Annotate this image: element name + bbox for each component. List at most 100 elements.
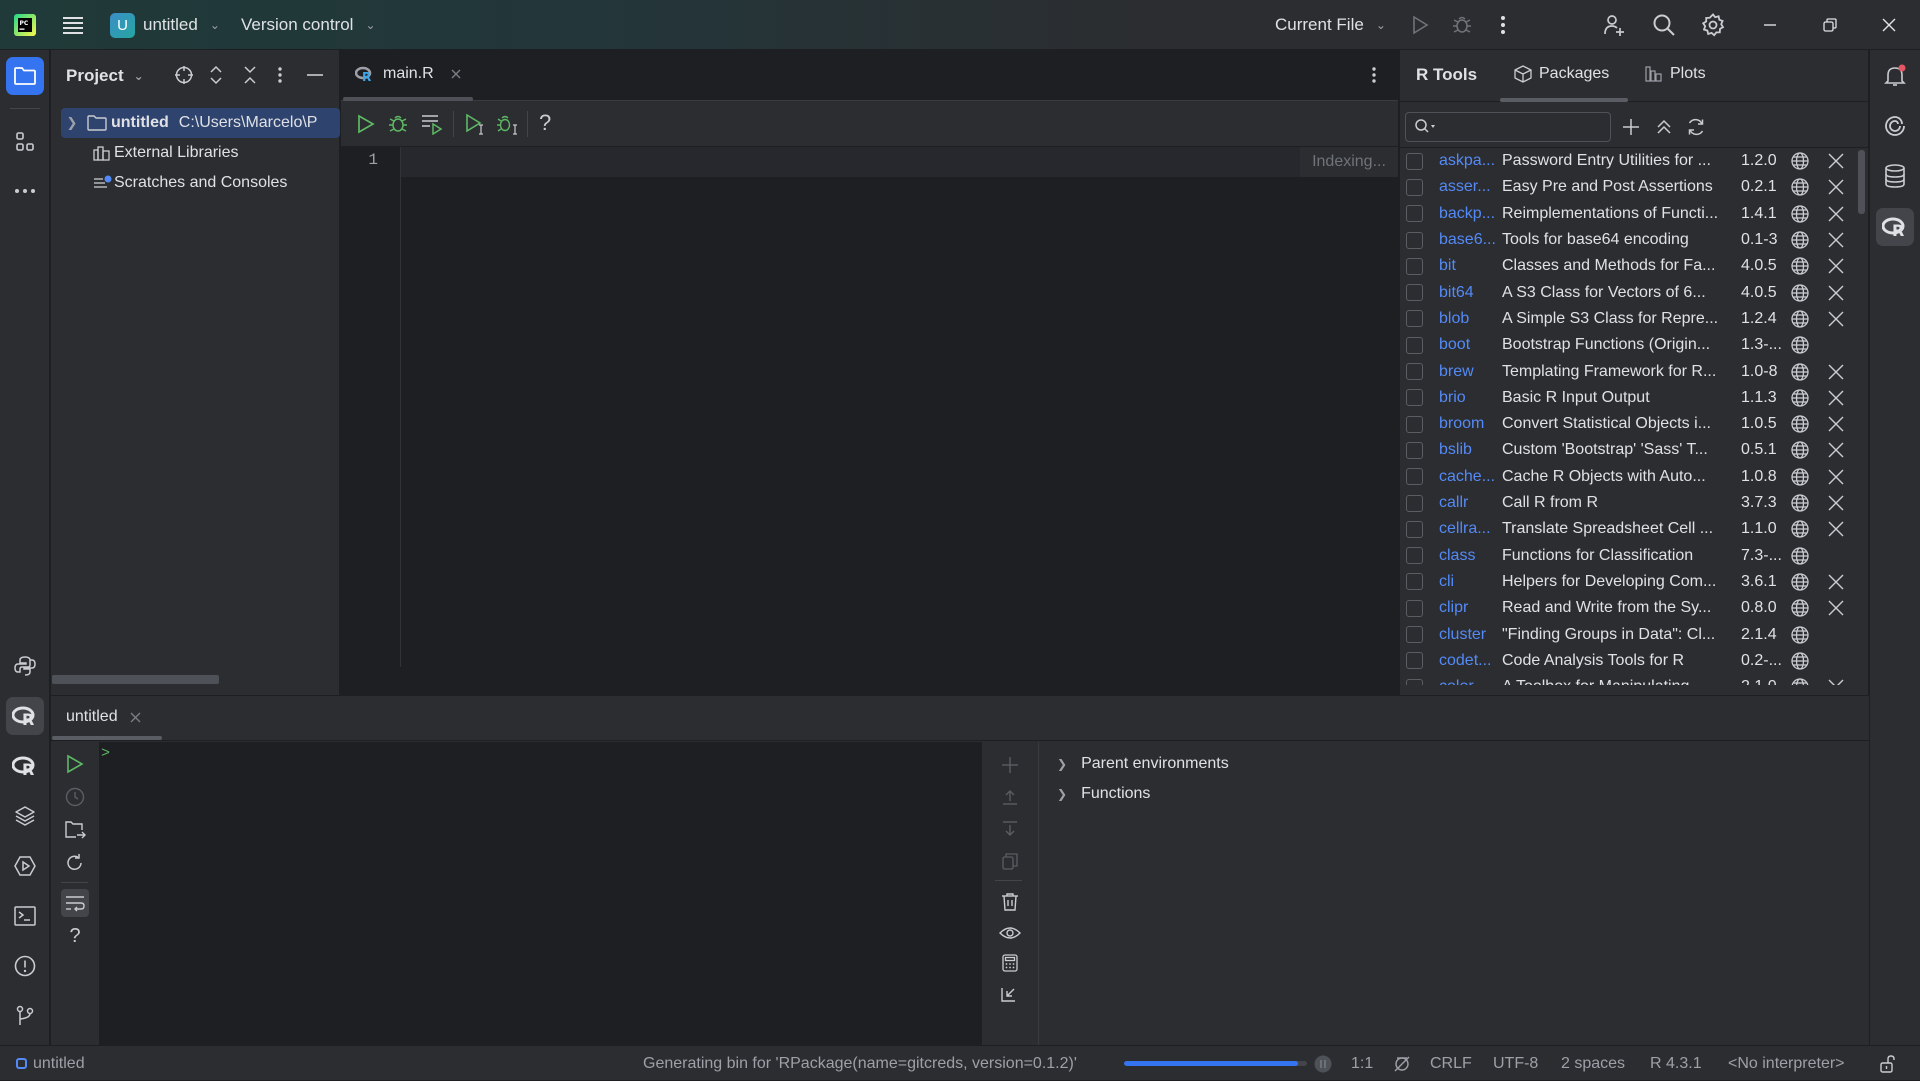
- search-everywhere-button[interactable]: [1652, 0, 1676, 50]
- r-tool-button[interactable]: R: [6, 747, 44, 785]
- close-tab-icon[interactable]: [130, 712, 141, 723]
- hide-panel-button[interactable]: [306, 65, 324, 85]
- uninstall-package-button[interactable]: [1828, 574, 1844, 590]
- uninstall-package-button[interactable]: [1828, 179, 1844, 195]
- package-checkbox[interactable]: [1406, 363, 1423, 381]
- status-project-breadcrumb[interactable]: untitled: [16, 1046, 85, 1081]
- r-version-selector[interactable]: R 4.3.1: [1650, 1046, 1702, 1081]
- run-config-selector[interactable]: Current File ⌄: [1275, 0, 1386, 50]
- notifications-button[interactable]: [1876, 57, 1914, 95]
- view-options-button[interactable]: [999, 924, 1021, 942]
- tree-item-scratches[interactable]: Scratches and Consoles: [93, 168, 287, 198]
- package-row[interactable]: cluster "Finding Groups in Data": Cl... 2.…: [1400, 621, 1860, 647]
- encoding-selector[interactable]: UTF-8: [1493, 1046, 1538, 1081]
- package-homepage-button[interactable]: [1790, 309, 1810, 329]
- package-homepage-button[interactable]: [1790, 151, 1810, 171]
- uninstall-package-button[interactable]: [1828, 258, 1844, 274]
- app-logo[interactable]: PC: [14, 0, 36, 50]
- package-homepage-button[interactable]: [1790, 204, 1810, 224]
- caret-position[interactable]: 1:1: [1351, 1046, 1373, 1081]
- collapse-all-button[interactable]: [243, 65, 257, 85]
- package-checkbox[interactable]: [1406, 678, 1423, 685]
- tree-item-external-libraries[interactable]: External Libraries: [93, 138, 239, 168]
- package-homepage-button[interactable]: [1790, 414, 1810, 434]
- package-checkbox[interactable]: [1406, 231, 1423, 249]
- package-checkbox[interactable]: [1406, 310, 1423, 328]
- package-row[interactable]: color...A Toolbox for Manipulating ... 2.…: [1400, 674, 1860, 685]
- uninstall-package-button[interactable]: [1828, 679, 1844, 685]
- structure-tool-button[interactable]: [6, 123, 44, 161]
- uninstall-package-button[interactable]: [1828, 442, 1844, 458]
- package-homepage-button[interactable]: [1790, 440, 1810, 460]
- package-name-link[interactable]: codet...: [1439, 652, 1501, 670]
- package-row[interactable]: asser... Easy Pre and Post Assertions 0.2.…: [1400, 174, 1860, 200]
- package-name-link[interactable]: class: [1439, 547, 1501, 565]
- package-name-link[interactable]: broom: [1439, 415, 1501, 433]
- package-name-link[interactable]: color...: [1439, 678, 1501, 685]
- package-homepage-button[interactable]: [1790, 519, 1810, 539]
- uninstall-package-button[interactable]: [1828, 206, 1844, 222]
- move-down-button[interactable]: [1001, 820, 1019, 838]
- package-name-link[interactable]: cellra...: [1439, 520, 1501, 538]
- run-to-cursor-button[interactable]: [465, 113, 487, 135]
- code-editor[interactable]: Indexing...: [401, 147, 1398, 177]
- help-button[interactable]: ?: [539, 110, 551, 136]
- package-name-link[interactable]: boot: [1439, 336, 1501, 354]
- move-up-button[interactable]: [1001, 788, 1019, 806]
- package-homepage-button[interactable]: [1790, 335, 1810, 355]
- uninstall-package-button[interactable]: [1828, 232, 1844, 248]
- clear-all-button[interactable]: [1001, 892, 1019, 912]
- package-name-link[interactable]: blob: [1439, 310, 1501, 328]
- package-row[interactable]: backp... Reimplementations of Functi... 1.…: [1400, 201, 1860, 227]
- code-with-me-button[interactable]: [1602, 0, 1626, 50]
- package-name-link[interactable]: cluster: [1439, 626, 1501, 644]
- uninstall-package-button[interactable]: [1828, 416, 1844, 432]
- terminal-tool-button[interactable]: [6, 897, 44, 935]
- package-checkbox[interactable]: [1406, 178, 1423, 196]
- expand-all-button[interactable]: [209, 65, 223, 85]
- tab-main-r[interactable]: R main.R: [355, 50, 462, 98]
- uninstall-package-button[interactable]: [1828, 600, 1844, 616]
- debug-to-cursor-button[interactable]: [496, 113, 520, 135]
- r-tools-button[interactable]: R: [1876, 208, 1914, 246]
- package-row[interactable]: class Functions for Classification 7.3-...: [1400, 543, 1860, 569]
- restore-layout-button[interactable]: [1000, 984, 1020, 1004]
- package-homepage-button[interactable]: [1790, 388, 1810, 408]
- uninstall-package-button[interactable]: [1828, 153, 1844, 169]
- package-homepage-button[interactable]: [1790, 493, 1810, 513]
- readonly-toggle[interactable]: [1880, 1046, 1896, 1081]
- package-row[interactable]: broom Convert Statistical Objects i... 1.0…: [1400, 411, 1860, 437]
- package-checkbox[interactable]: [1406, 468, 1423, 486]
- soft-wrap-toggle[interactable]: [61, 889, 89, 917]
- uninstall-package-button[interactable]: [1828, 364, 1844, 380]
- editor-tabs-menu-button[interactable]: [1371, 65, 1377, 85]
- install-package-button[interactable]: [1622, 118, 1640, 136]
- package-checkbox[interactable]: [1406, 257, 1423, 275]
- package-checkbox[interactable]: [1406, 284, 1423, 302]
- package-row[interactable]: brew Templating Framework for R... 1.0-8: [1400, 358, 1860, 384]
- package-name-link[interactable]: brew: [1439, 363, 1501, 381]
- main-menu-button[interactable]: [62, 0, 84, 50]
- duplicate-watch-button[interactable]: [1001, 852, 1019, 870]
- uninstall-package-button[interactable]: [1828, 495, 1844, 511]
- package-name-link[interactable]: bit: [1439, 257, 1501, 275]
- run-file-button[interactable]: [356, 114, 376, 134]
- package-homepage-button[interactable]: [1790, 467, 1810, 487]
- set-working-dir-button[interactable]: [64, 820, 86, 840]
- run-button[interactable]: [1410, 0, 1430, 50]
- horizontal-scrollbar[interactable]: [52, 675, 219, 684]
- package-row[interactable]: bslib Custom 'Bootstrap' 'Sass' T... 0.5.1: [1400, 437, 1860, 463]
- package-name-link[interactable]: backp...: [1439, 205, 1501, 223]
- problems-tool-button[interactable]: [6, 947, 44, 985]
- package-checkbox[interactable]: [1406, 520, 1423, 538]
- package-row[interactable]: cellra... Translate Spreadsheet Cell ... 1…: [1400, 516, 1860, 542]
- git-tool-button[interactable]: [6, 997, 44, 1035]
- package-checkbox[interactable]: [1406, 389, 1423, 407]
- package-checkbox[interactable]: [1406, 336, 1423, 354]
- uninstall-package-button[interactable]: [1828, 285, 1844, 301]
- package-name-link[interactable]: bit64: [1439, 284, 1501, 302]
- console-help-button[interactable]: ?: [69, 925, 80, 948]
- background-task-label[interactable]: Generating bin for 'RPackage(name=gitcre…: [643, 1046, 1077, 1081]
- package-row[interactable]: callr Call R from R 3.7.3: [1400, 490, 1860, 516]
- vcs-menu[interactable]: Version control ⌄: [241, 0, 376, 50]
